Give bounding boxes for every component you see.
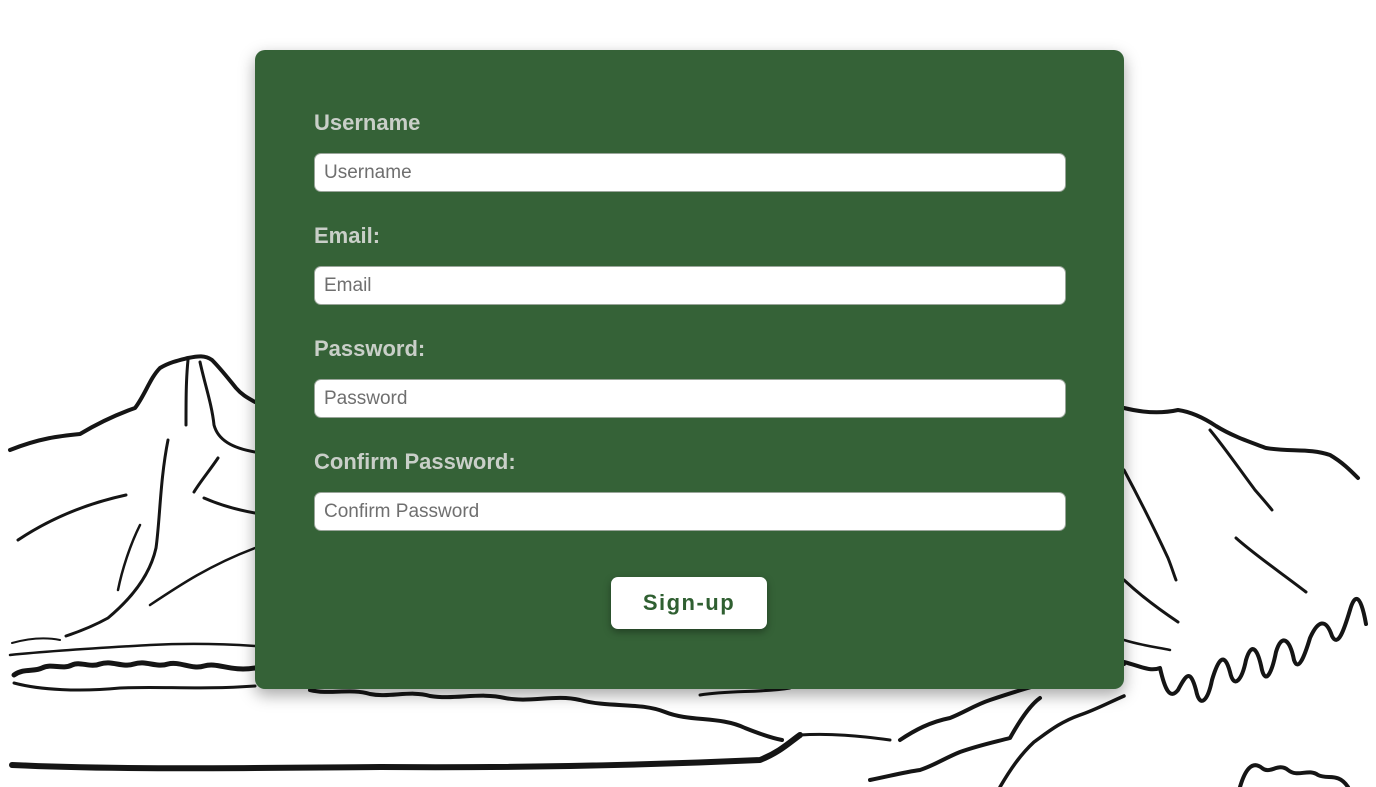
signup-form-card: Username Email: Password: Confirm Passwo… <box>255 50 1124 689</box>
signup-button[interactable]: Sign-up <box>611 577 767 629</box>
email-input[interactable] <box>314 266 1066 305</box>
password-input[interactable] <box>314 379 1066 418</box>
password-label: Password: <box>314 336 426 361</box>
confirm-password-label: Confirm Password: <box>314 449 516 474</box>
username-input[interactable] <box>314 153 1066 192</box>
username-label: Username <box>314 110 421 135</box>
confirm-password-input[interactable] <box>314 492 1066 531</box>
email-label: Email: <box>314 223 381 248</box>
